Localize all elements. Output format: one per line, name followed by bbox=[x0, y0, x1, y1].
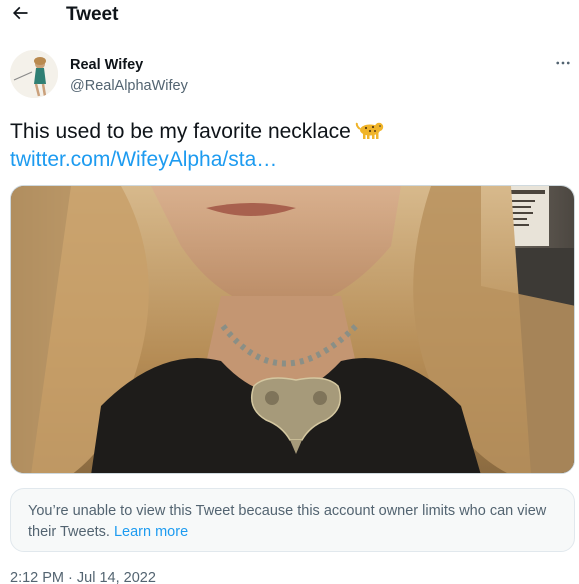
photo-image bbox=[11, 186, 574, 473]
learn-more-link[interactable]: Learn more bbox=[114, 524, 188, 540]
avatar-image bbox=[10, 50, 58, 98]
avatar[interactable] bbox=[10, 50, 58, 98]
author-handle[interactable]: @RealAlphaWifey bbox=[70, 77, 188, 95]
tweet-link[interactable]: twitter.com/WifeyAlpha/sta… bbox=[10, 147, 277, 173]
more-horizontal-icon bbox=[554, 54, 572, 77]
tweet-text-content: This used to be my favorite necklace bbox=[10, 120, 351, 143]
back-button[interactable] bbox=[6, 1, 34, 29]
more-button[interactable] bbox=[554, 56, 572, 74]
page-header: Tweet bbox=[0, 0, 579, 30]
tweet-page: Tweet Real Wifey @RealAlphaWifey This us… bbox=[0, 0, 579, 584]
author-name[interactable]: Real Wifey bbox=[70, 56, 143, 74]
arrow-left-icon bbox=[10, 3, 30, 28]
tweet-photo[interactable] bbox=[10, 185, 575, 474]
leopard-emoji-icon bbox=[355, 120, 385, 147]
notice-text: You’re unable to view this Tweet because… bbox=[28, 503, 547, 540]
restricted-notice: You’re unable to view this Tweet because… bbox=[10, 488, 575, 552]
page-title: Tweet bbox=[66, 4, 119, 25]
tweet-timestamp[interactable]: 2:12 PM · Jul 14, 2022 bbox=[10, 569, 156, 584]
tweet-text: This used to be my favorite necklace bbox=[10, 119, 385, 147]
